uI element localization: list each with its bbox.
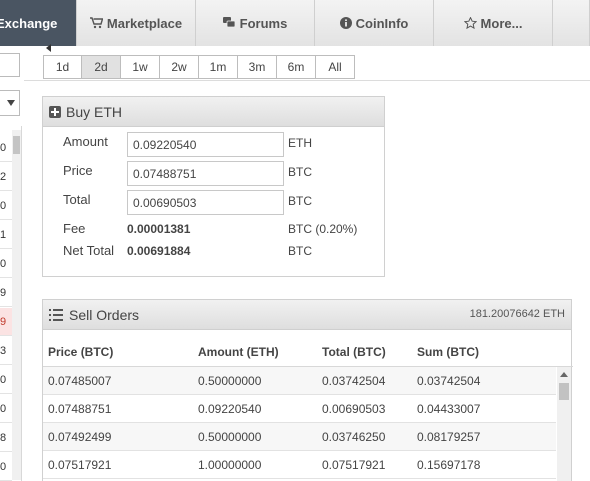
tab-marketplace[interactable]: Marketplace (77, 0, 196, 46)
market-list-row[interactable]: 2 (0, 163, 12, 191)
timeframe-all[interactable]: All (316, 56, 354, 78)
tab-forums[interactable]: Forums (196, 0, 315, 46)
scroll-thumb[interactable] (13, 136, 20, 154)
price-input[interactable]: 0.07488751 (127, 161, 284, 186)
sell-orders-panel: Sell Orders 181.20076642 ETH Price (BTC)… (42, 299, 573, 481)
net-total-label: Net Total (63, 243, 115, 258)
plus-box-icon (49, 105, 61, 118)
cell-total: 0.00690503 (322, 402, 386, 416)
nav-spacer (553, 0, 590, 46)
market-list-row[interactable]: 9 (0, 279, 12, 307)
market-list-row[interactable]: 0 (0, 192, 12, 220)
table-row[interactable]: 0.07485007 0.50000000 0.03742504 0.03742… (43, 367, 556, 395)
net-total-unit: BTC (288, 244, 312, 258)
column-header-total[interactable]: Total (BTC) (322, 345, 386, 359)
chevron-down-icon (7, 100, 15, 106)
tab-coininfo[interactable]: CoinInfo (315, 0, 434, 46)
table-row[interactable]: 0.07488751 0.09220540 0.00690503 0.04433… (43, 395, 556, 423)
market-search-input[interactable] (0, 53, 20, 77)
tab-forums-label: Forums (239, 15, 288, 31)
timeframe-1w[interactable]: 1w (121, 56, 160, 78)
cell-sum: 0.15697178 (417, 458, 481, 472)
tab-marketplace-label: Marketplace (106, 15, 183, 31)
sell-orders-total: 181.20076642 ETH (469, 308, 565, 320)
cell-amount: 0.50000000 (198, 374, 262, 388)
buy-panel: Buy ETH Amount 0.09220540 ETH Price 0.07… (42, 96, 385, 277)
scroll-up-arrow-icon[interactable] (560, 372, 568, 377)
market-list-row[interactable]: 0 (0, 366, 12, 394)
fee-value: 0.00001381 (127, 222, 191, 236)
market-list-row[interactable]: 8 (0, 424, 12, 452)
column-header-sum[interactable]: Sum (BTC) (417, 345, 479, 359)
cell-amount: 0.50000000 (198, 430, 262, 444)
tab-more-label: More... (480, 15, 523, 31)
top-nav: Exchange Marketplace Forums CoinInfo Mor… (0, 0, 590, 46)
star-icon (463, 17, 477, 29)
market-list-row[interactable]: 0 (0, 250, 12, 278)
timeframe-1d[interactable]: 1d (44, 56, 82, 78)
sell-orders-title: Sell Orders (69, 306, 140, 323)
market-list-row[interactable]: 9 (0, 308, 12, 336)
market-list-row[interactable]: 0 (0, 453, 12, 481)
amount-input[interactable]: 0.09220540 (127, 132, 284, 157)
cell-sum: 0.03742504 (417, 374, 481, 388)
cell-sum: 0.04433007 (417, 402, 481, 416)
market-list-row[interactable]: 0 (0, 134, 12, 162)
timeframe-1m[interactable]: 1m (199, 56, 238, 78)
cell-sum: 0.08179257 (417, 430, 481, 444)
timeframe-2d[interactable]: 2d (82, 56, 121, 78)
tab-coininfo-label: CoinInfo (355, 15, 409, 31)
buy-panel-title: Buy ETH (66, 103, 123, 120)
buy-panel-header[interactable]: Buy ETH (43, 97, 384, 127)
sell-orders-header: Sell Orders 181.20076642 ETH (43, 300, 571, 330)
total-label: Total (63, 192, 91, 207)
net-total-value: 0.00691884 (127, 244, 191, 258)
divider (24, 80, 590, 81)
total-input[interactable]: 0.00690503 (127, 190, 284, 215)
timeframe-2w[interactable]: 2w (160, 56, 199, 78)
column-header-price[interactable]: Price (BTC) (48, 345, 113, 359)
fee-unit: BTC (0.20%) (288, 222, 358, 236)
timeframe-6m[interactable]: 6m (277, 56, 316, 78)
cell-amount: 0.09220540 (198, 402, 262, 416)
price-label: Price (63, 163, 93, 178)
market-filter-select[interactable] (0, 90, 20, 116)
market-list-row[interactable]: 3 (0, 337, 12, 365)
cell-price: 0.07488751 (48, 402, 112, 416)
chat-bubbles-icon (222, 17, 236, 29)
cell-price: 0.07517921 (48, 458, 112, 472)
timeframe-3m[interactable]: 3m (238, 56, 277, 78)
table-row[interactable]: 0.07517921 1.00000000 0.07517921 0.15697… (43, 451, 556, 479)
cell-total: 0.07517921 (322, 458, 386, 472)
amount-label: Amount (63, 134, 108, 149)
price-unit: BTC (288, 165, 312, 179)
timeframe-selector: 1d 2d 1w 2w 1m 3m 6m All (43, 55, 355, 79)
cell-price: 0.07492499 (48, 430, 112, 444)
tab-exchange[interactable]: Exchange (0, 0, 77, 46)
list-icon (49, 308, 63, 321)
fee-label: Fee (63, 221, 86, 236)
cell-price: 0.07485007 (48, 374, 112, 388)
left-market-column: 020109930080 (0, 46, 24, 481)
cell-total: 0.03742504 (322, 374, 386, 388)
tab-more[interactable]: More... (434, 0, 553, 46)
market-list-row[interactable]: 1 (0, 221, 12, 249)
collapse-left-arrow-icon[interactable] (46, 44, 51, 52)
cell-total: 0.03746250 (322, 430, 386, 444)
column-header-amount[interactable]: Amount (ETH) (198, 345, 279, 359)
table-row[interactable]: 0.07492499 0.50000000 0.03746250 0.08179… (43, 423, 556, 451)
scroll-thumb[interactable] (559, 383, 569, 400)
tab-exchange-label: Exchange (0, 15, 58, 31)
market-list-scrollbar[interactable] (12, 130, 21, 480)
cart-icon (89, 17, 103, 29)
market-list-row[interactable]: 0 (0, 395, 12, 423)
cell-amount: 1.00000000 (198, 458, 262, 472)
total-unit: BTC (288, 194, 312, 208)
amount-unit: ETH (288, 136, 312, 150)
sell-orders-scrollbar[interactable] (557, 367, 571, 481)
info-circle-icon (339, 17, 352, 29)
